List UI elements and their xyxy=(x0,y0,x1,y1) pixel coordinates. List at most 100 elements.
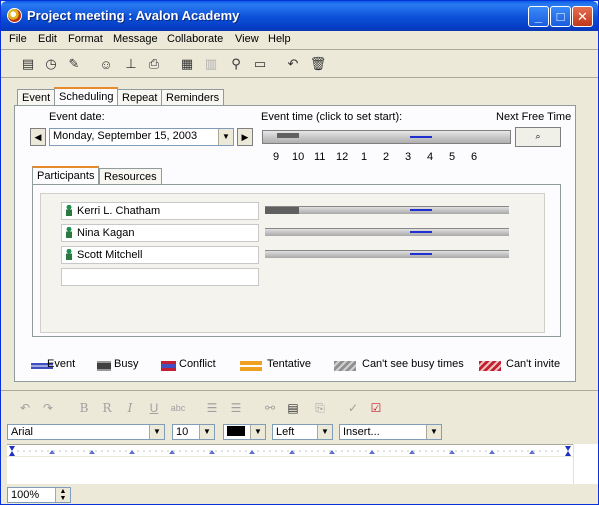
zoom-stepper[interactable]: ▲ ▼ xyxy=(55,488,70,502)
underline-icon: U xyxy=(149,401,159,415)
next-free-time-button[interactable]: ⌕ xyxy=(515,127,561,147)
insert-dropdown[interactable]: Insert... ▼ xyxy=(339,424,442,440)
next-day-button[interactable]: ▶ xyxy=(237,128,253,146)
legend-conflict-swatch xyxy=(161,361,176,371)
people-icon[interactable]: ☺ xyxy=(97,55,115,73)
hour-label: 3 xyxy=(405,151,412,163)
font-dropdown[interactable]: Arial ▼ xyxy=(7,424,165,440)
legend-event-label: Event xyxy=(47,358,76,370)
italic-icon: I xyxy=(127,401,133,415)
edit-icon[interactable]: ✎ xyxy=(65,55,83,73)
new-participant-field[interactable] xyxy=(61,268,259,286)
menu-message[interactable]: Message xyxy=(113,33,158,45)
size-dropdown[interactable]: 10 ▼ xyxy=(172,424,215,440)
hour-label: 6 xyxy=(471,151,478,163)
chevron-down-icon: ▼ xyxy=(317,425,332,439)
reply-icon[interactable]: ↶ xyxy=(284,55,302,73)
legend-tentative-label: Tentative xyxy=(267,358,312,370)
font-value: Arial xyxy=(11,426,34,438)
event-marker xyxy=(410,231,432,233)
indent-icon: ☰ xyxy=(230,401,242,415)
table-icon[interactable]: ▤ xyxy=(284,399,302,417)
person-icon xyxy=(66,227,72,238)
event-time-label: Event time (click to set start): xyxy=(261,111,403,123)
participant-name: Nina Kagan xyxy=(77,227,135,239)
hour-label: 5 xyxy=(449,151,456,163)
hour-label: 9 xyxy=(273,151,280,163)
minimize-button[interactable]: _ xyxy=(528,6,549,27)
color-swatch xyxy=(227,426,245,436)
hour-label: 11 xyxy=(314,151,326,163)
menu-help[interactable]: Help xyxy=(268,33,291,45)
participant-row[interactable]: Kerri L. Chatham xyxy=(61,202,259,220)
spell-icon: ✓ xyxy=(347,401,359,415)
tab-scheduling[interactable]: Scheduling xyxy=(54,87,119,107)
find-icon[interactable]: ⚲ xyxy=(227,55,245,73)
person-icon xyxy=(66,249,72,260)
menu-bar: File Edit Format Message Collaborate Vie… xyxy=(1,31,598,49)
undo-icon: ↶ xyxy=(19,401,31,415)
legend-cant-invite-label: Can't invite xyxy=(506,358,561,370)
participant-name: Kerri L. Chatham xyxy=(77,205,161,217)
disabled-icon: ▥ xyxy=(204,56,218,71)
event-marker xyxy=(410,209,432,211)
prev-day-button[interactable]: ◀ xyxy=(30,128,46,146)
busy-block xyxy=(265,207,299,214)
alarm-icon[interactable]: ◷ xyxy=(42,55,60,73)
ruler-ticks xyxy=(9,446,571,456)
participant-timeline xyxy=(265,206,509,214)
check-icon[interactable]: ☑ xyxy=(367,399,385,417)
redo-icon: ↷ xyxy=(42,401,54,415)
participant-row[interactable]: Scott Mitchell xyxy=(61,246,259,264)
menu-view[interactable]: View xyxy=(235,33,259,45)
size-value: 10 xyxy=(176,426,189,438)
bold-icon: B xyxy=(79,401,89,415)
zoom-control[interactable]: 100% ▲ ▼ xyxy=(7,487,71,503)
chevron-down-icon: ▼ xyxy=(149,425,164,439)
delete-icon[interactable]: 🗑 xyxy=(309,55,327,73)
menu-edit[interactable]: Edit xyxy=(38,33,57,45)
menu-format[interactable]: Format xyxy=(68,33,103,45)
maximize-button[interactable]: □ xyxy=(550,6,571,27)
participant-row[interactable]: Nina Kagan xyxy=(61,224,259,242)
next-free-time-label: Next Free Time xyxy=(496,111,572,123)
event-marker xyxy=(410,253,432,255)
app-icon xyxy=(7,8,22,23)
participant-timeline xyxy=(265,250,509,258)
event-time-bar[interactable] xyxy=(262,130,511,144)
menu-file[interactable]: File xyxy=(9,33,27,45)
ruler[interactable] xyxy=(7,444,573,456)
close-button[interactable]: ✕ xyxy=(572,6,593,27)
hour-label: 1 xyxy=(361,151,368,163)
event-date-value: Monday, September 15, 2003 xyxy=(53,130,198,142)
align-dropdown[interactable]: Left ▼ xyxy=(272,424,333,440)
message-body[interactable] xyxy=(7,457,573,484)
zoom-value: 100% xyxy=(11,489,40,501)
folder-icon[interactable]: ▭ xyxy=(251,55,269,73)
print-icon[interactable]: ⎙ xyxy=(145,55,163,73)
chevron-down-icon: ▼ xyxy=(250,425,265,439)
toolbar-separator xyxy=(1,77,598,78)
subtab-participants[interactable]: Participants xyxy=(32,166,100,185)
stamp-icon[interactable]: ⊥ xyxy=(122,55,140,73)
attach-icon: ⎘ xyxy=(315,401,325,415)
event-marker xyxy=(410,136,432,138)
color-dropdown[interactable]: ▼ xyxy=(223,424,266,440)
hour-label: 10 xyxy=(292,151,305,163)
legend-cant-see-swatch xyxy=(334,361,356,371)
calendar-icon[interactable]: ▦ xyxy=(178,55,196,73)
hour-label: 12 xyxy=(336,151,349,163)
format-separator xyxy=(1,390,598,391)
link-icon: ⚯ xyxy=(264,401,276,415)
window: Project meeting : Avalon Academy _ □ ✕ F… xyxy=(0,0,599,505)
chevron-down-icon: ▼ xyxy=(199,425,214,439)
event-date-dropdown[interactable]: Monday, September 15, 2003 ▼ xyxy=(49,128,234,146)
menu-collaborate[interactable]: Collaborate xyxy=(167,33,223,45)
legend-tentative-swatch xyxy=(240,361,262,371)
scrollbar-area xyxy=(573,444,598,484)
bullets-icon: ☰ xyxy=(206,401,218,415)
legend-cant-invite-swatch xyxy=(479,361,501,371)
new-event-icon[interactable]: ▤ xyxy=(19,55,37,73)
title-bar[interactable]: Project meeting : Avalon Academy _ □ ✕ xyxy=(1,1,598,31)
participant-timeline xyxy=(265,228,509,236)
